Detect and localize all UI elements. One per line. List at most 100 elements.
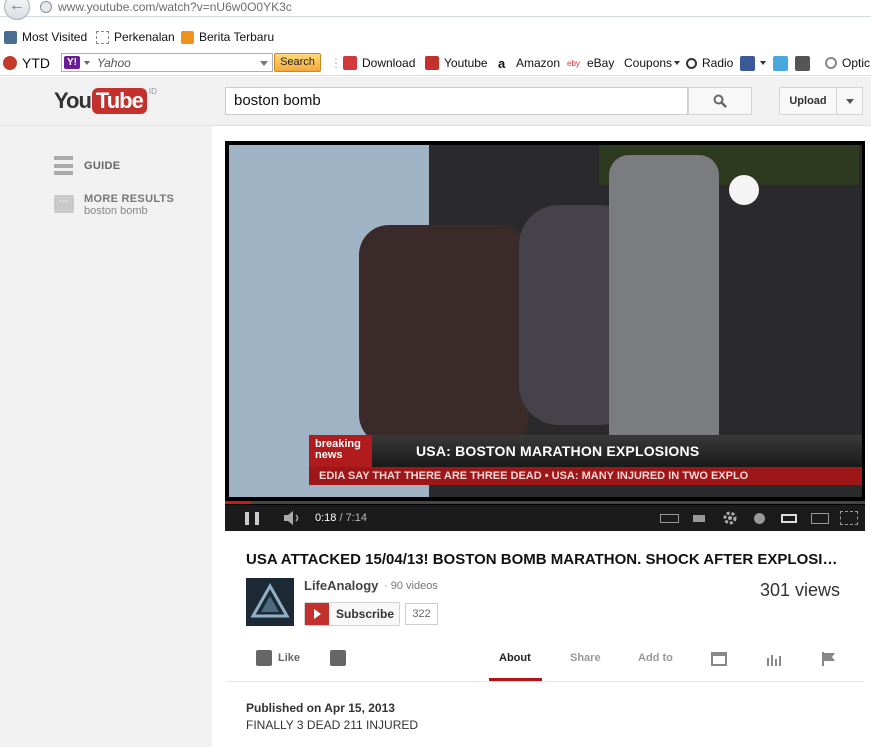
news-label: news [315,449,343,461]
ytd-button[interactable]: YTD [3,55,50,71]
toolbar-radio[interactable]: Radio [686,55,733,71]
bookmark-label: Perkenalan [114,30,175,44]
upload-button[interactable]: Upload [779,87,837,115]
toolbar-label: Amazon [516,56,561,70]
search-button[interactable] [688,87,752,115]
euronews-logo [729,175,759,205]
toolbar-label: Radio [702,56,734,70]
logo-you: You [54,88,92,113]
channel-video-count[interactable]: · 90 videos [384,580,438,592]
logo-tube: Tube [91,88,147,114]
bookmark-label: Most Visited [22,30,88,44]
published-date: Published on Apr 15, 2013 [246,701,395,715]
toolbar-label: eBay [587,56,615,70]
news-headline: USA: BOSTON MARATHON EXPLOSIONS [372,435,862,467]
video-player[interactable]: breaking news USA: BOSTON MARATHON EXPLO… [225,141,865,531]
like-label: Like [278,652,301,664]
facebook-button[interactable] [740,55,766,71]
subscriber-count: 322 [405,603,438,625]
like-button[interactable]: Like [256,650,300,666]
ebay-icon: eby [567,58,580,68]
channel-logo-icon [250,582,290,618]
bookmarks-toolbar: Most Visited Perkenalan Berita Terbaru [0,26,871,48]
video-description: FINALLY 3 DEAD 211 INJURED [246,718,419,732]
flag-icon[interactable] [821,652,837,666]
channel-name[interactable]: LifeAnalogy [304,578,378,593]
large-player-icon[interactable] [811,513,829,524]
back-button[interactable]: ← [4,0,30,20]
search-input[interactable]: boston bomb [225,87,688,115]
toolbar-youtube[interactable]: Youtube [425,55,488,71]
toolbar-amazon[interactable]: a Amazon [498,55,560,71]
more-results-label: MORE RESULTS [84,193,175,205]
gear-icon[interactable] [722,510,738,526]
youtube-logo[interactable]: You Tube ID [54,86,157,116]
guide-label: GUIDE [84,159,121,172]
breaking-news-badge: breaking news [309,435,372,467]
guide-button[interactable]: GUIDE [54,156,120,175]
watch-later-icon[interactable] [754,513,765,524]
captions-icon[interactable] [660,514,679,523]
upload-menu-button[interactable] [836,87,863,115]
bookmark-berita-terbaru[interactable]: Berita Terbaru [181,29,274,45]
youtube-icon [425,56,439,70]
tab-share[interactable]: Share [570,652,601,664]
pause-icon[interactable] [245,512,259,525]
gear-icon [825,57,837,69]
volume-icon[interactable] [284,511,302,525]
youtube-play-icon [305,603,329,625]
video-title: USA ATTACKED 15/04/13! BOSTON BOMB MARAT… [246,551,846,568]
fullscreen-icon[interactable] [840,511,858,525]
toolbar-label: Coupons [624,56,673,70]
subscribe-label: Subscribe [336,607,395,621]
amazon-icon: a [498,55,506,71]
video-frame[interactable]: breaking news USA: BOSTON MARATHON EXPLO… [229,145,862,497]
search-icon [713,94,727,108]
radio-icon [686,57,697,69]
yahoo-search-box[interactable]: Y! Yahoo [61,53,273,72]
toolbar-options[interactable]: Optic [825,55,870,71]
toolbar-coupons[interactable]: Coupons [624,55,681,71]
site-identity-icon[interactable] [40,1,52,13]
subscribe-button[interactable]: Subscribe [304,602,400,626]
facebook-icon [740,55,755,71]
yahoo-search-button[interactable]: Search [274,53,321,72]
chevron-down-icon [674,61,681,65]
tab-about[interactable]: About [499,652,531,664]
toolbar-label: Optic [842,56,871,70]
view-count: 301 views [760,580,841,600]
ytd-icon [3,56,17,70]
toolbar-ebay[interactable]: eby eBay [567,55,614,71]
tab-add-to[interactable]: Add to [638,652,673,664]
addon-toolbar: YTD Y! Yahoo Search ⋮ Download Youtube a… [0,50,871,76]
small-player-icon[interactable] [781,514,797,523]
bookmark-perkenalan[interactable]: Perkenalan [96,29,175,45]
more-results-link[interactable]: ⋯ MORE RESULTS boston bomb [54,193,174,217]
toolbar-download[interactable]: Download [343,55,415,71]
player-controls: 0:18 / 7:14 [225,505,865,531]
channel-avatar[interactable] [246,578,294,626]
google-plus-button[interactable] [795,55,815,71]
stats-icon[interactable] [766,652,782,666]
bookmark-most-visited[interactable]: Most Visited [4,29,87,45]
url-input[interactable]: www.youtube.com/watch?v=nU6w0O0YK3c [58,0,292,14]
yahoo-search-input[interactable]: Yahoo [97,56,131,70]
rss-icon [181,30,194,44]
news-ticker: EDIA SAY THAT THERE ARE THREE DEAD • USA… [309,467,862,485]
bookmark-label: Berita Terbaru [199,30,275,44]
progress-bar[interactable] [225,501,865,504]
total-time: / 7:14 [339,512,368,524]
address-bar: ← www.youtube.com/watch?v=nU6w0O0YK3c [0,0,871,20]
guide-icon [54,156,73,175]
transcript-icon[interactable] [711,652,727,666]
yahoo-icon: Y! [64,56,80,69]
twitter-button[interactable] [773,55,793,71]
description-panel [226,683,864,747]
toolbar-separator: ⋮ [330,56,342,70]
chevron-down-icon[interactable] [260,61,268,66]
annotations-icon[interactable] [693,515,705,522]
dislike-button[interactable] [330,650,346,666]
chevron-down-icon [846,99,854,104]
google-plus-icon [795,55,810,71]
chevron-down-icon [760,61,766,65]
